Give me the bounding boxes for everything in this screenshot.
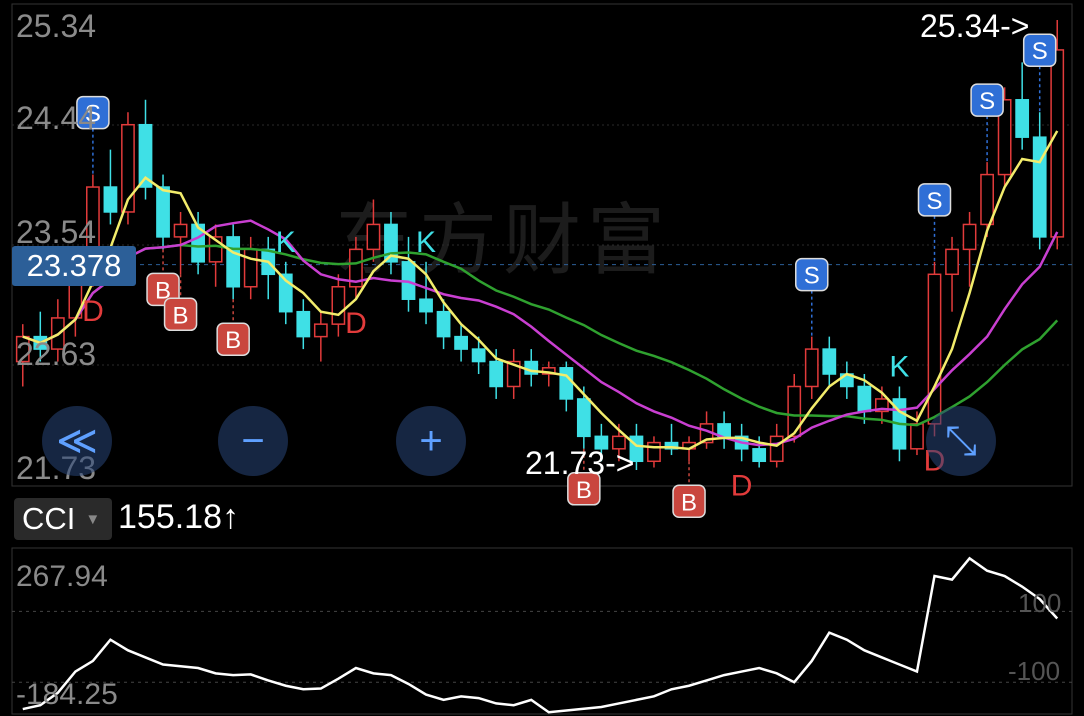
trend-arrow: ↑ [222,498,239,536]
candle-body [752,448,767,463]
cci-ref-lower: -100 [1008,656,1061,686]
cci-value: 155.18 [118,498,222,536]
candle-body [173,223,188,238]
high-marker: 25.34-> [920,8,1030,44]
k-mark: K [889,350,909,383]
price-axis-label: 22.63 [16,336,97,372]
cci-ref-upper: 100 [1018,588,1062,618]
candle-body [927,273,942,425]
price-axis-label: 25.34 [16,8,97,44]
zoom-out-button[interactable]: − [218,406,288,476]
low-marker: 21.73-> [525,445,635,481]
current-price-badge: 23.378 [12,246,136,286]
k-mark: K [276,226,296,259]
candle-body [419,298,433,313]
candle-body [454,335,468,350]
candle-body [647,441,661,463]
signal-label: S [926,188,942,215]
signal-label: S [979,88,995,115]
candle-body [226,236,241,288]
candle-body [717,423,731,438]
indicator-value: 155.18↑ [118,498,239,537]
candle-body [962,223,977,251]
kline-chart[interactable]: SBBBBBSSSSDKDKDKD [0,0,1084,716]
candle-body [804,348,819,388]
candle-body [331,286,346,325]
cci-axis-top: 267.94 [16,560,108,593]
signal-label: B [173,302,189,329]
candle-body [559,367,574,400]
candle-body [576,398,591,438]
candle-body [471,348,486,363]
k-mark: K [416,226,436,259]
candle-body [243,248,258,288]
scroll-left-button[interactable]: ≪ [42,406,112,476]
cci-axis-bottom: -184.25 [16,678,118,711]
candle-body [910,423,924,450]
d-mark: D [731,469,753,502]
price-axis-label: 24.44 [16,100,97,136]
candle-body [1015,99,1030,138]
d-mark: D [345,307,367,340]
candle-body [366,223,381,251]
candle-body [103,186,118,213]
candle-body [1050,49,1065,238]
signal-label: B [225,327,241,354]
candle-body [945,248,959,276]
d-mark: D [82,295,104,328]
cci-frame [11,547,1073,715]
candle-body [156,186,170,238]
candle-body [489,360,504,388]
signal-label: S [804,263,820,290]
fullscreen-button[interactable]: ⤡ [926,406,996,476]
candle-body [296,310,311,338]
zoom-in-button[interactable]: + [396,406,466,476]
candle-body [769,435,784,463]
signal-label: S [1032,38,1048,65]
indicator-name: CCI [22,501,76,536]
cci-line [22,556,1059,714]
candle-body [313,323,328,338]
signal-label: B [681,489,697,516]
candle-body [857,385,872,413]
candle-body [822,348,837,375]
chevron-down-icon: ▼ [85,510,101,528]
candle-body [436,310,451,338]
indicator-select[interactable]: CCI ▼ [14,498,112,540]
